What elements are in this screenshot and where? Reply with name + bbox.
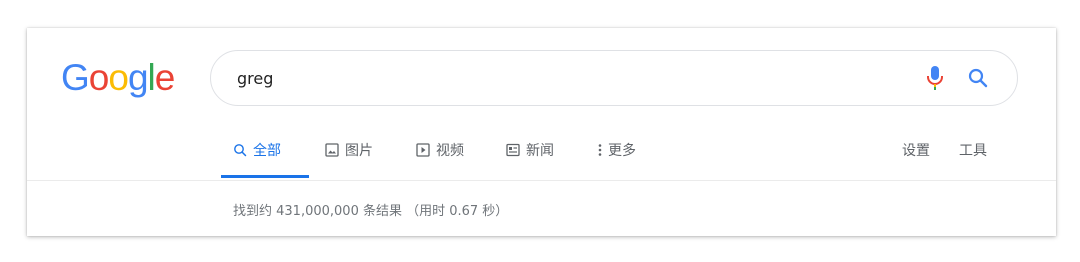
tab-more-label: 更多 (608, 143, 636, 159)
tab-videos-label: 视频 (436, 143, 464, 159)
logo-letter-e: e (154, 57, 176, 98)
search-input[interactable]: greg (237, 69, 273, 88)
search-icon (234, 144, 247, 157)
header-divider (27, 180, 1056, 181)
google-logo[interactable]: Google (61, 57, 176, 98)
tab-images-label: 图片 (345, 143, 373, 159)
news-icon (506, 143, 520, 157)
logo-letter-o1: o (88, 57, 110, 98)
tab-images[interactable]: 图片 (325, 140, 373, 178)
logo-letter-l: l (147, 57, 156, 98)
logo-letter-g1: G (61, 57, 90, 98)
more-vert-icon (598, 144, 602, 156)
search-button-icon[interactable] (966, 66, 990, 90)
image-icon (325, 143, 339, 157)
search-box[interactable]: greg (210, 50, 1018, 106)
tab-all-label: 全部 (253, 143, 281, 159)
result-stats: 找到约 431,000,000 条结果 （用时 0.67 秒） (233, 204, 509, 219)
settings-link[interactable]: 设置 (902, 140, 930, 160)
tools-link[interactable]: 工具 (959, 140, 987, 160)
logo-letter-g2: g (127, 57, 149, 98)
tab-all[interactable]: 全部 (221, 140, 309, 178)
logo-letter-o2: o (108, 57, 129, 98)
search-results-header: Google greg 全部 图片 视频 新闻 更多 设置 工具 找到约 431… (27, 28, 1056, 236)
tab-news[interactable]: 新闻 (506, 140, 554, 178)
tab-more[interactable]: 更多 (597, 140, 636, 178)
tab-videos[interactable]: 视频 (416, 140, 464, 178)
tab-news-label: 新闻 (526, 143, 554, 159)
video-icon (416, 143, 430, 157)
microphone-icon[interactable] (923, 64, 947, 92)
active-tab-indicator (221, 175, 309, 178)
